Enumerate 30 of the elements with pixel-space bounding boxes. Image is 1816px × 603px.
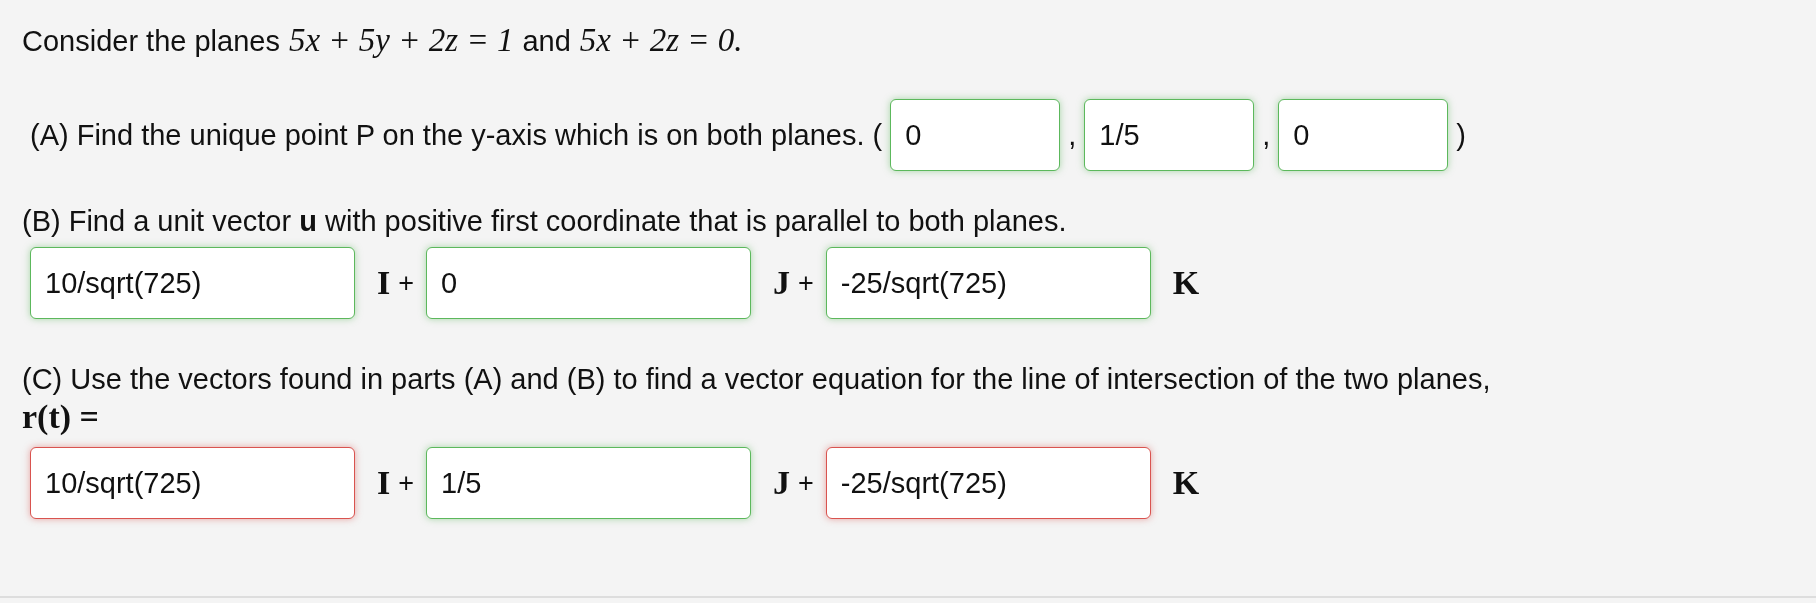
answer-field[interactable]: 0: [426, 247, 751, 319]
answer-field[interactable]: -25/sqrt(725): [825, 247, 1151, 319]
unit-vector-label: K: [1172, 264, 1200, 302]
question-text: ): [1455, 118, 1468, 152]
plane-equation: 5x + 5y + 2z = 1: [288, 22, 514, 58]
unit-vector-label: J: [773, 464, 790, 502]
answer-field[interactable]: 0: [1278, 99, 1449, 171]
plus-sign: +: [398, 267, 414, 299]
unit-vector-label: J: [773, 264, 790, 302]
answer-field[interactable]: 1/5: [1084, 99, 1255, 171]
question-text: ,: [1067, 118, 1078, 152]
equation-label: r(t) =: [22, 397, 99, 437]
plus-sign: +: [398, 467, 414, 499]
answer-field[interactable]: 0: [890, 99, 1061, 171]
unit-vector-label: K: [1172, 464, 1200, 502]
intro-text: and: [522, 24, 571, 59]
plus-sign: +: [798, 267, 814, 299]
question-text: (A) Find the unique point P on the y-axis which is on both planes. (: [29, 118, 884, 152]
plus-sign: +: [798, 467, 814, 499]
answer-field[interactable]: 1/5: [426, 447, 751, 519]
intro-text: Consider the planes: [22, 24, 280, 59]
plane-equation: 5x + 2z = 0.: [579, 22, 743, 58]
question-text: ,: [1261, 118, 1272, 152]
unit-vector-label: I: [377, 464, 391, 502]
unit-vector-label: I: [377, 264, 391, 302]
question-text: (B) Find a unit vector u with positive first coordinate that is parallel to both planes.: [22, 204, 1068, 239]
answer-field[interactable]: -25/sqrt(725): [825, 447, 1151, 519]
answer-field[interactable]: 10/sqrt(725): [30, 447, 355, 519]
question-text: (C) Use the vectors found in parts (A) and (B) to find a vector equation for the line of intersection of the two planes,: [22, 362, 1492, 397]
answer-field[interactable]: 10/sqrt(725): [30, 247, 355, 319]
